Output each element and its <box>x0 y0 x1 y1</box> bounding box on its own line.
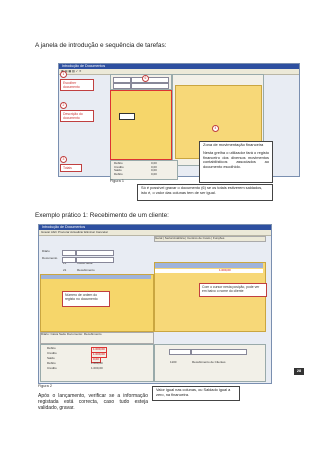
f2-total-label-5: Crédito <box>47 366 57 370</box>
page-number: 28 <box>294 368 304 375</box>
callout-label-3: Totais <box>60 164 82 172</box>
f2-row-value: 1.000,00 <box>219 268 231 272</box>
f2-diario-label: Diário <box>42 249 50 253</box>
zone-note: Zona de movimentação financeira Nesta gr… <box>199 141 273 183</box>
f2-bottom-name: Recebimento de Clientes <box>192 360 226 364</box>
section-heading-2: Exemplo prático 1: Recebimento de um cli… <box>35 212 169 219</box>
f2-diario-field[interactable]: 21 <box>62 250 76 265</box>
figure1-totals: Débito Crédito Saldo Débito 0,00 0,00 0,… <box>110 160 178 180</box>
f2-bottom-account: 1100 <box>170 360 177 364</box>
callout-label-2: Descrição do documento <box>60 110 94 122</box>
f2-diario-name-field[interactable]: Caixa Sede <box>76 250 114 265</box>
f2-status: Diário: Caixa Sede Documento: Recebiment… <box>40 332 154 344</box>
callout-badge-2: 2 <box>60 102 67 109</box>
f2-fin-row[interactable]: 1.000,00 <box>155 268 263 273</box>
save-note: Só é possível gravar o documento (6) se … <box>137 184 273 201</box>
figure2-header: Diário 21 Caixa Sede Documento 21 Recebi… <box>40 236 152 272</box>
figure1-doc-name-field[interactable] <box>131 83 169 89</box>
f1-total-value-4: 0,00 <box>151 171 157 176</box>
f2-total-value-5: 1.000,00 <box>91 366 103 370</box>
figure2-financial-grid[interactable]: 1.000,00 <box>154 262 266 332</box>
f2-doc-label: Documento <box>42 256 58 260</box>
figure1-header-fields <box>110 74 172 90</box>
f2-grid-header <box>41 275 151 279</box>
figure2-tabs: Geral | Serial Analítica | Centros de Cu… <box>154 236 266 242</box>
body-text: Após o lançamento, verificar se a inform… <box>38 393 148 411</box>
f2-doc-field[interactable]: 21 <box>62 257 76 272</box>
f2-doc-name: Recebimento <box>77 268 95 272</box>
f2-bottom-panel: 1100 Recebimento de Clientes <box>154 344 266 382</box>
f1-total-label-4: Débito <box>114 171 123 176</box>
figure2-caption: Figura 2 <box>38 384 52 388</box>
callout-badge-6: 6 <box>142 75 149 82</box>
tab-centros-custo[interactable]: Centros de Custo <box>187 236 210 240</box>
callout-badge-3: 3 <box>60 156 67 163</box>
zone-note-title: Zona de movimentação financeira <box>203 142 264 147</box>
f2-bottom-name-field[interactable]: Recebimento de Clientes <box>191 349 247 364</box>
callout-badge-4: 4 <box>212 125 219 132</box>
section-heading-1: A janela de introdução e sequência de ta… <box>35 42 167 49</box>
f2-doc-value: 21 <box>63 268 67 272</box>
callout-label-1: Escolher documento <box>60 79 94 91</box>
f2-doc-name-field[interactable]: Recebimento <box>76 257 114 272</box>
tab-geral[interactable]: Geral <box>155 236 162 240</box>
balance-note: Valor igual nas colunas, ou Saldado igua… <box>152 386 240 401</box>
f2-callout-left: Número de ordem do registo no documento <box>62 291 110 307</box>
callout-badge-1: 1 <box>60 71 67 78</box>
f2-fin-header <box>155 263 263 268</box>
f2-bottom-account-field[interactable]: 1100 <box>169 349 191 364</box>
tab-serial-analitica[interactable]: Serial Analítica <box>165 236 185 240</box>
tab-funcoes[interactable]: Funções <box>213 236 225 240</box>
figure1-caption: Figura 1 <box>110 179 124 183</box>
figure2-totals: Débito Crédito Saldo Débito Crédito 1.00… <box>40 344 154 382</box>
figure1-grid-outline <box>110 90 172 160</box>
f2-callout-right: Com o cursor nesta posição, pode ver em … <box>199 283 267 297</box>
zone-note-text: Nesta grelha o utilizador fará o registo… <box>203 149 269 170</box>
figure1-doc-field[interactable] <box>113 83 131 89</box>
